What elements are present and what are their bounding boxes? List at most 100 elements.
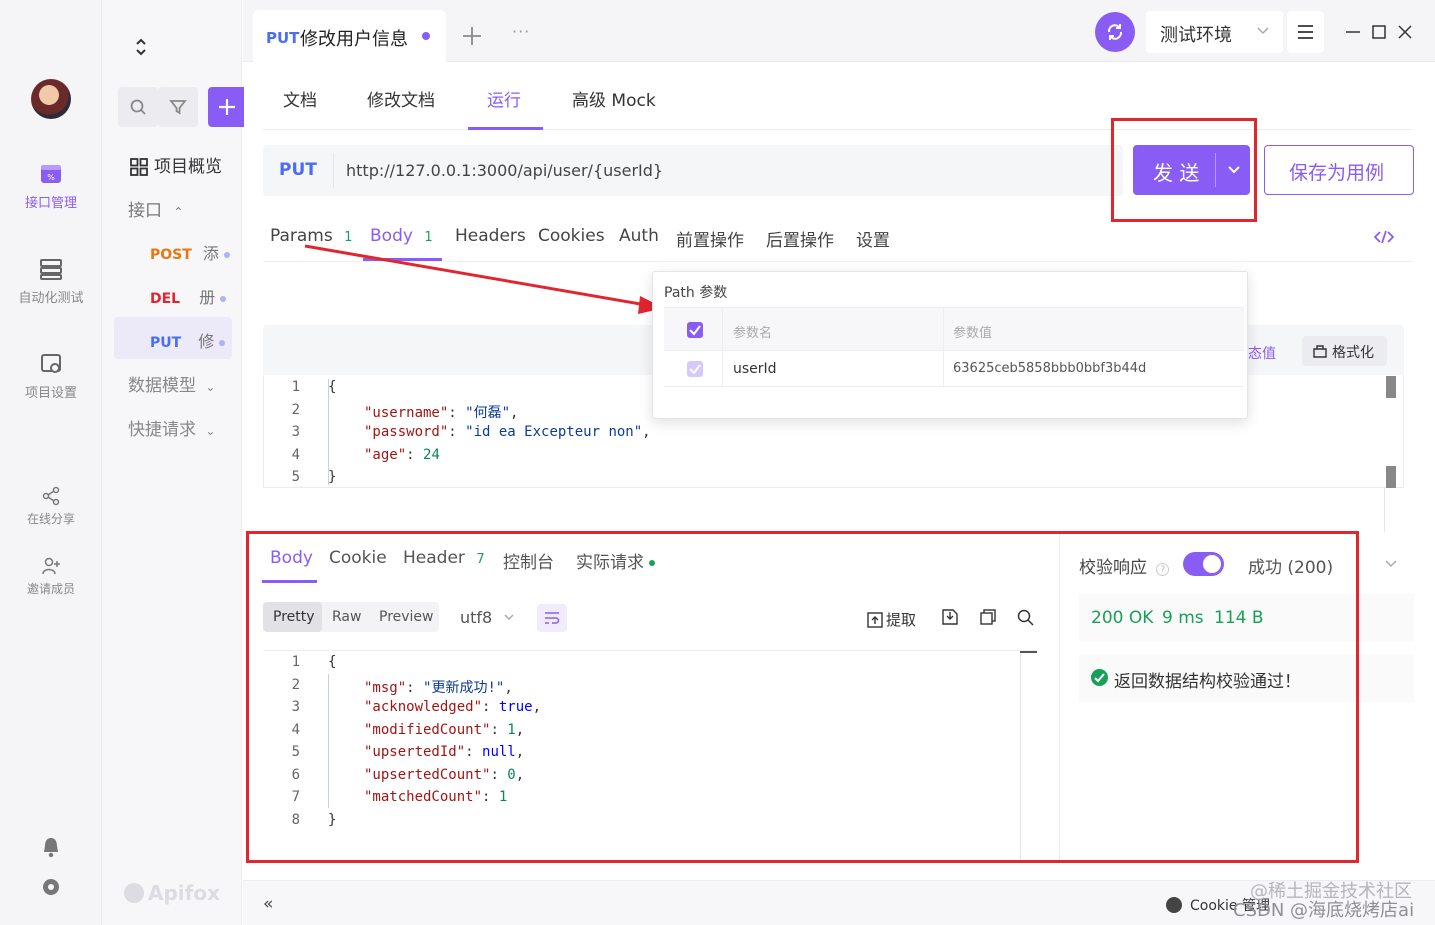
share-icon <box>41 486 61 506</box>
row-checkbox[interactable] <box>687 361 703 377</box>
filter-icon <box>169 100 187 115</box>
status-dot <box>219 339 226 346</box>
format-button[interactable]: 格式化 <box>1302 336 1387 366</box>
divider <box>333 153 334 188</box>
divider <box>1384 488 1385 532</box>
format-icon <box>1312 343 1328 359</box>
url-input[interactable]: http://127.0.0.1:3000/api/user/{userId} <box>346 161 663 180</box>
select-all-checkbox[interactable] <box>687 322 703 338</box>
more-tabs-button[interactable]: ··· <box>512 22 530 41</box>
sidebar-api-post[interactable]: POST 添 <box>150 240 230 264</box>
method-select[interactable]: PUT <box>279 160 317 180</box>
chevron-up-icon: ⌃ <box>173 205 184 219</box>
api-name: 修 <box>198 332 215 351</box>
line-number: 3 <box>291 424 300 440</box>
json-colon: : <box>448 404 466 421</box>
sidebar-group-quick[interactable]: 快捷请求 ⌄ <box>128 415 242 440</box>
new-tab-button[interactable] <box>461 25 483 47</box>
sidebar-group-apis[interactable]: 接口 ⌃ <box>128 196 242 221</box>
json-key: "password" <box>364 424 449 440</box>
divider <box>722 351 723 387</box>
brand-logo: Apifox <box>124 881 220 905</box>
plus-icon <box>219 99 235 115</box>
collapse-toggle-icon[interactable] <box>134 37 148 57</box>
search-icon <box>130 99 146 115</box>
search-button[interactable] <box>118 87 158 127</box>
json-colon: : <box>448 424 466 440</box>
scrollbar-thumb[interactable] <box>1386 466 1396 488</box>
maximize-icon[interactable] <box>1371 24 1387 40</box>
rail-item-share[interactable]: 在线分享 <box>0 486 102 527</box>
rail-item-project-settings[interactable]: 项目设置 <box>0 352 102 401</box>
rail-item-automation[interactable]: 自动化测试 <box>0 257 102 306</box>
rail-item-api-management[interactable]: % 接口管理 <box>0 162 102 211</box>
close-icon[interactable] <box>1397 24 1413 40</box>
method-badge: DEL <box>150 291 181 307</box>
sync-button[interactable] <box>1095 12 1135 52</box>
sidebar-group-models[interactable]: 数据模型 ⌄ <box>128 371 242 396</box>
code-snippet-icon[interactable] <box>1374 229 1394 245</box>
chevron-down-icon[interactable] <box>1384 557 1398 571</box>
column-header: 参数值 <box>953 326 993 341</box>
tab-advanced-mock[interactable]: 高级 Mock <box>572 86 656 111</box>
rail-item-invite[interactable]: 邀请成员 <box>0 556 102 597</box>
status-dot <box>220 295 227 302</box>
gear-icon[interactable] <box>41 877 61 897</box>
environment-select[interactable]: 测试环境 <box>1146 11 1283 53</box>
avatar[interactable] <box>31 79 71 119</box>
api-name: 添 <box>202 244 219 263</box>
chevron-down-icon: ⌄ <box>205 424 216 438</box>
sidebar-label: 数据模型 <box>128 376 196 396</box>
save-as-case-button[interactable]: 保存为用例 <box>1264 145 1414 195</box>
json-string: "id ea Excepteur non" <box>465 424 643 440</box>
menu-button[interactable] <box>1287 11 1324 53</box>
json-number: 24 <box>423 446 440 463</box>
line-number: 4 <box>291 446 300 463</box>
line-number: 5 <box>291 469 300 485</box>
tab-pre-ops[interactable]: 前置操作 <box>676 226 744 251</box>
tab-post-ops[interactable]: 后置操作 <box>766 226 834 251</box>
json-key: "age" <box>364 446 407 463</box>
url-bar: PUT http://127.0.0.1:3000/api/user/{user… <box>263 145 1123 196</box>
line-number: 2 <box>291 401 300 418</box>
dynamic-value-button[interactable]: 态值 <box>1248 343 1276 363</box>
api-management-icon: % <box>39 162 63 186</box>
json-comma: , <box>510 404 519 421</box>
svg-text:%: % <box>47 173 55 182</box>
sidebar-item-overview[interactable]: 项目概览 <box>130 152 242 177</box>
line-number: 1 <box>291 379 300 395</box>
param-name: userId <box>733 361 777 377</box>
tab-run[interactable]: 运行 <box>487 86 521 111</box>
column-header: 参数名 <box>733 326 773 341</box>
settings-panel-icon <box>39 352 63 376</box>
path-params-popup: Path 参数 参数名 参数值 userId 63625ceb5858bbb0b… <box>652 271 1248 419</box>
tab-edit-docs[interactable]: 修改文档 <box>367 86 435 111</box>
popup-title: Path 参数 <box>664 285 728 301</box>
sidebar-label: 接口 <box>128 201 162 221</box>
add-api-button[interactable] <box>208 87 244 127</box>
bell-icon[interactable] <box>41 836 61 858</box>
tab-docs[interactable]: 文档 <box>283 86 317 111</box>
unsaved-dot <box>422 32 430 40</box>
param-value: 63625ceb5858bbb0bbf3b44d <box>953 361 1147 376</box>
check-icon <box>689 325 701 336</box>
active-tab-indicator <box>468 127 543 130</box>
sync-icon <box>1107 24 1123 40</box>
tab-settings[interactable]: 设置 <box>856 226 890 251</box>
collapse-panel-icon[interactable]: « <box>263 894 273 914</box>
annotation-arrow <box>304 244 664 314</box>
json-comma: , <box>642 424 651 440</box>
grid-icon <box>130 158 148 176</box>
sidebar-api-put-selected[interactable]: PUT 修 <box>114 317 232 359</box>
tab-title: 修改用户信息 <box>300 29 408 50</box>
server-stack-icon <box>39 257 63 281</box>
sidebar-api-del[interactable]: DEL 册 <box>150 284 230 308</box>
scrollbar-thumb[interactable] <box>1386 376 1396 398</box>
api-sidebar: 项目概览 接口 ⌃ POST 添 DEL 册 PUT 修 数据模型 ⌄ 快捷请求… <box>102 0 244 925</box>
minimize-icon[interactable] <box>1345 24 1361 40</box>
json-colon: : <box>406 446 424 463</box>
filter-button[interactable] <box>158 87 198 127</box>
plus-icon <box>463 27 481 45</box>
tab-put-update-user[interactable]: PUT 修改用户信息 <box>253 10 446 62</box>
divider <box>722 308 723 352</box>
